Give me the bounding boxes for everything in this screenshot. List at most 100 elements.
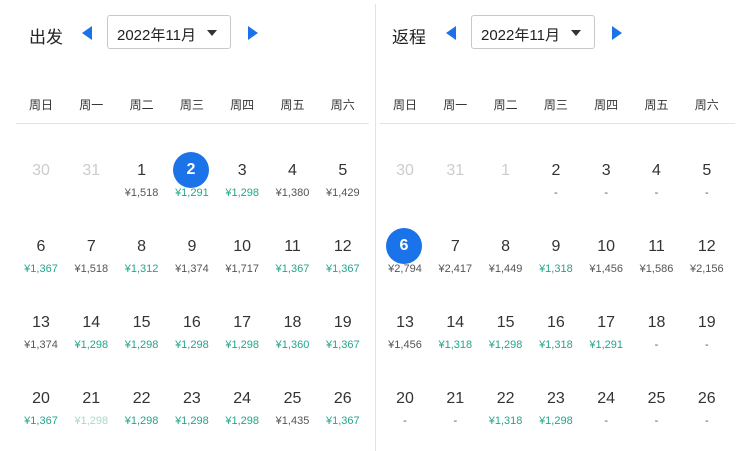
day-cell[interactable]: 26 - — [682, 389, 732, 449]
return-prev-month-button[interactable] — [445, 25, 459, 41]
return-label: 返程 — [392, 28, 426, 47]
day-cell[interactable]: 26 ¥1,367 — [318, 389, 368, 449]
weekday-label: 周二 — [129, 98, 154, 112]
depart-calendar: 出发 2022年11月 周日 周一 周二 周三 周四 周五 周六 30 31 1 ¥1,518 2 ¥… — [0, 0, 375, 451]
day-price: ¥1,367 — [325, 263, 360, 275]
day-cell[interactable]: 9 ¥1,374 — [167, 237, 217, 297]
day-cell[interactable]: 3 ¥1,298 — [217, 161, 267, 221]
day-number: 22 — [496, 390, 515, 407]
depart-month-select[interactable]: 2022年11月 — [107, 15, 231, 49]
day-cell[interactable]: 12 ¥1,367 — [318, 237, 368, 297]
day-cell[interactable]: 5- — [682, 161, 732, 221]
day-cell[interactable]: 24 ¥1,298 — [217, 389, 267, 449]
day-cell[interactable]: 11 ¥1,367 — [268, 237, 318, 297]
day-cell[interactable]: 25- — [632, 389, 682, 449]
day-cell[interactable]: 7 ¥1,518 — [66, 237, 116, 297]
day-cell[interactable]: 8 ¥1,449 — [481, 237, 531, 297]
day-cell[interactable]: 21- — [430, 389, 480, 449]
day-cell[interactable]: 2- — [531, 161, 581, 221]
weekday-label: 周三 — [179, 98, 204, 112]
weekday-label: 周六 — [330, 98, 355, 112]
day-cell[interactable]: 18- — [632, 313, 682, 373]
day-cell[interactable]: 10 ¥1,717 — [217, 237, 267, 297]
day-number: 16 — [182, 314, 201, 331]
return-next-month-button[interactable] — [611, 25, 625, 41]
day-number: 24 — [233, 390, 252, 407]
day-number: 21 — [446, 390, 465, 407]
day-cell[interactable]: 17 ¥1,291 — [581, 313, 631, 373]
day-number: 14 — [82, 314, 101, 331]
day-number: 17 — [597, 314, 616, 331]
triangle-left-icon — [82, 26, 92, 40]
day-number: 31 — [82, 162, 101, 179]
day-cell[interactable]: 20 ¥1,367 — [16, 389, 66, 449]
day-cell[interactable]: 18 ¥1,360 — [268, 313, 318, 373]
day-cell[interactable]: 4 ¥1,380 — [268, 161, 318, 221]
day-number: 8 — [137, 238, 147, 255]
day-number: 6 — [36, 238, 46, 255]
day-cell[interactable]: 21 ¥1,298 — [66, 389, 116, 449]
day-number: 2 — [551, 162, 561, 179]
depart-month-value: 2022年11月 — [117, 27, 196, 44]
day-cell[interactable]: 10 ¥1,456 — [581, 237, 631, 297]
day-cell[interactable]: 20- — [380, 389, 430, 449]
day-cell[interactable]: 13 ¥1,456 — [380, 313, 430, 373]
depart-label: 出发 — [29, 28, 63, 47]
day-cell: 31 — [430, 161, 480, 221]
day-number: 10 — [233, 238, 252, 255]
day-number: 11 — [648, 238, 665, 255]
day-cell[interactable]: 12 ¥2,156 — [682, 237, 732, 297]
chevron-down-icon — [571, 30, 581, 36]
day-cell[interactable]: 6 ¥1,367 — [16, 237, 66, 297]
day-cell[interactable]: 9 ¥1,318 — [531, 237, 581, 297]
day-number: 4 — [288, 162, 297, 179]
day-number: 3 — [601, 162, 611, 179]
day-cell[interactable]: 1 ¥1,518 — [117, 161, 167, 221]
weekday-label: 周日 — [28, 98, 53, 112]
day-cell[interactable]: 6 ¥2,794 — [380, 228, 430, 297]
day-cell[interactable]: 2 ¥1,291 — [167, 152, 217, 221]
selected-day-number: 6 — [386, 228, 422, 264]
day-cell[interactable]: 14 ¥1,298 — [66, 313, 116, 373]
depart-prev-month-button[interactable] — [81, 25, 95, 41]
day-cell[interactable]: 15 ¥1,298 — [481, 313, 531, 373]
day-number: 24 — [597, 390, 616, 407]
day-cell[interactable]: 7 ¥2,417 — [430, 237, 480, 297]
triangle-right-icon — [612, 26, 622, 40]
weekday-label: 周日 — [392, 98, 417, 112]
day-cell[interactable]: 25 ¥1,435 — [268, 389, 318, 449]
day-cell[interactable]: 5 ¥1,429 — [318, 161, 368, 221]
day-cell[interactable]: 13 ¥1,374 — [16, 313, 66, 373]
day-cell[interactable]: 3- — [581, 161, 631, 221]
day-cell[interactable]: 16 ¥1,298 — [167, 313, 217, 373]
day-number: 8 — [501, 238, 511, 255]
day-cell[interactable]: 4- — [632, 161, 682, 221]
day-number: 1 — [501, 162, 511, 179]
day-number: 18 — [283, 314, 302, 331]
return-calendar: 返程 2022年11月 周日 周一 周二 周三 周四 周五 周六 30 31 1 2-3-4-5-… — [376, 0, 738, 451]
return-month-select[interactable]: 2022年11月 — [471, 15, 595, 49]
day-cell[interactable]: 19 ¥1,367 — [318, 313, 368, 373]
day-cell[interactable]: 22 ¥1,318 — [481, 389, 531, 449]
day-cell[interactable]: 23 ¥1,298 — [167, 389, 217, 449]
day-cell[interactable]: 14 ¥1,318 — [430, 313, 480, 373]
day-cell: 30 — [16, 161, 66, 221]
day-number: 26 — [697, 390, 716, 407]
weekday-label: 周一 — [443, 98, 468, 112]
depart-next-month-button[interactable] — [247, 25, 261, 41]
day-number: 17 — [233, 314, 252, 331]
day-cell[interactable]: 23 ¥1,298 — [531, 389, 581, 449]
weekday-label: 周五 — [644, 98, 669, 112]
day-price: ¥2,156 — [689, 263, 724, 275]
day-cell[interactable]: 24- — [581, 389, 631, 449]
day-cell[interactable]: 8 ¥1,312 — [117, 237, 167, 297]
day-number: 25 — [283, 390, 302, 407]
day-cell[interactable]: 15 ¥1,298 — [117, 313, 167, 373]
day-cell[interactable]: 16 ¥1,318 — [531, 313, 581, 373]
day-cell[interactable]: 17 ¥1,298 — [217, 313, 267, 373]
day-cell[interactable]: 11 ¥1,586 — [632, 237, 682, 297]
day-number: 18 — [647, 314, 666, 331]
day-cell[interactable]: 19 - — [682, 313, 732, 373]
day-cell[interactable]: 22 ¥1,298 — [117, 389, 167, 449]
day-number: 15 — [496, 314, 515, 331]
